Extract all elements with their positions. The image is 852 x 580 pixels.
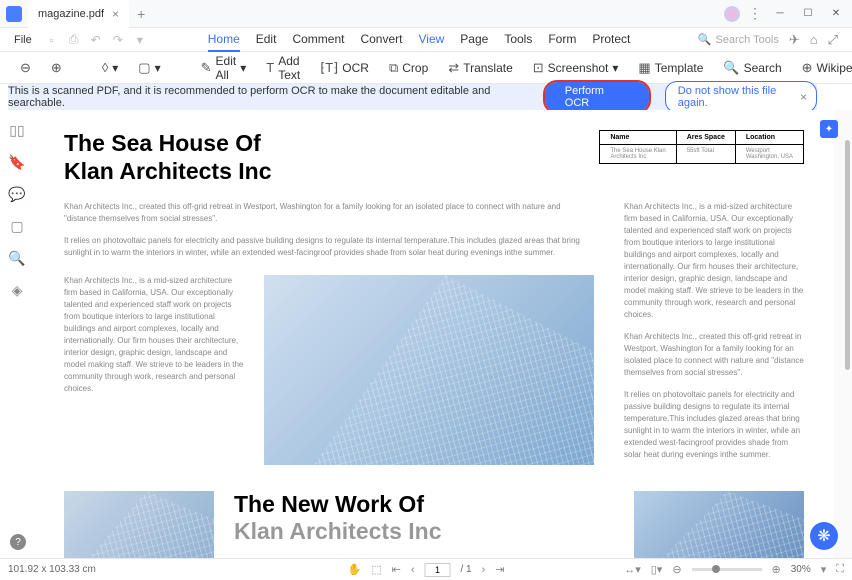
page-layout-icon[interactable]: ▯▾: [651, 563, 663, 576]
expand-icon[interactable]: ⤢: [828, 32, 838, 48]
doc-title-line2: Klan Architects Inc: [64, 158, 271, 186]
ocr-button[interactable]: ⁅T⁆OCR: [320, 60, 369, 76]
statusbar: 101.92 x 103.33 cm ✋ ⬚ ⇤ ‹ / 1 › ⇥ ↔▾ ▯▾…: [0, 558, 852, 580]
fullscreen-icon[interactable]: ⛶: [836, 563, 844, 576]
page-total: / 1: [460, 564, 471, 575]
new-tab-button[interactable]: +: [129, 6, 153, 22]
tab-protect[interactable]: Protect: [592, 28, 630, 52]
doc-title2-line1: The New Work Of: [234, 491, 614, 518]
tab-view[interactable]: View: [418, 28, 444, 52]
tab-form[interactable]: Form: [548, 28, 576, 52]
attachments-icon[interactable]: ▢: [9, 218, 25, 234]
tab-comment[interactable]: Comment: [292, 28, 344, 52]
layers-icon[interactable]: ◈: [9, 282, 25, 298]
zoom-slider[interactable]: [692, 568, 762, 571]
scrollbar-thumb[interactable]: [845, 140, 850, 370]
app-icon: [0, 0, 28, 28]
shape-tool[interactable]: ▢▾: [138, 60, 160, 76]
pdf-page: ✦ The Sea House Of Klan Architects Inc N…: [34, 110, 834, 558]
banner-message: This is a scanned PDF, and it is recomme…: [8, 85, 529, 109]
file-menu[interactable]: File: [6, 34, 40, 46]
tab-edit[interactable]: Edit: [256, 28, 277, 52]
zoom-level: 30%: [791, 564, 811, 575]
paragraph-1: Khan Architects Inc., created this off-g…: [64, 201, 594, 225]
right-col-p1: Khan Architects Inc., is a mid-sized arc…: [624, 201, 804, 321]
tab-page[interactable]: Page: [460, 28, 488, 52]
toolbar: ⊖ ⊕ ◊▾ ▢▾ ✎Edit All▾ TAdd Text ⁅T⁆OCR ⧉C…: [0, 52, 852, 84]
doc-title-line1: The Sea House Of: [64, 130, 271, 158]
print-icon[interactable]: ⎙: [66, 32, 82, 48]
crop-button[interactable]: ⧉Crop: [389, 60, 428, 76]
tab-home[interactable]: Home: [208, 28, 240, 52]
save-icon[interactable]: ▫: [44, 32, 60, 48]
building-image-2: [64, 491, 214, 558]
next-page-icon[interactable]: ›: [482, 564, 486, 576]
building-image-3: [634, 491, 804, 558]
zoom-dropdown-icon[interactable]: ▾: [821, 563, 827, 576]
close-tab-icon[interactable]: ×: [112, 7, 119, 21]
wikipedia-button[interactable]: ⊕Wikipedia: [802, 60, 852, 76]
document-tab[interactable]: magazine.pdf ×: [28, 0, 129, 28]
zoom-out-button[interactable]: ⊖: [20, 60, 31, 76]
comments-icon[interactable]: 💬: [9, 186, 25, 202]
bookmarks-icon[interactable]: 🔖: [9, 154, 25, 170]
building-image: [264, 275, 594, 465]
hand-tool-icon[interactable]: ✋: [347, 563, 361, 576]
close-window-button[interactable]: ✕: [826, 4, 846, 24]
fab-button[interactable]: ❋: [810, 522, 838, 550]
page-badge-icon[interactable]: ✦: [820, 120, 838, 138]
thumbnails-icon[interactable]: ▯▯: [9, 122, 25, 138]
ocr-banner: This is a scanned PDF, and it is recomme…: [8, 84, 817, 110]
search-icon: 🔍: [698, 33, 712, 46]
translate-button[interactable]: ⇄Translate: [448, 60, 512, 76]
titlebar: magazine.pdf × + ⋮ ─ ☐ ✕: [0, 0, 852, 28]
paragraph-2: It relies on photovoltaic panels for ele…: [64, 235, 594, 259]
fit-width-icon[interactable]: ↔▾: [624, 563, 641, 576]
home-icon[interactable]: ⌂: [810, 32, 818, 47]
close-banner-icon[interactable]: ×: [800, 90, 807, 104]
scrollbar-track[interactable]: [842, 110, 852, 558]
send-icon[interactable]: ✈: [789, 32, 800, 48]
help-button[interactable]: ?: [10, 534, 26, 550]
column-left-text: Khan Architects Inc., is a mid-sized arc…: [64, 275, 244, 465]
right-col-p3: It relies on photovoltaic panels for ele…: [624, 389, 804, 461]
user-avatar-icon[interactable]: [724, 6, 740, 22]
last-page-icon[interactable]: ⇥: [495, 563, 504, 576]
zoom-in-button[interactable]: ⊕: [51, 60, 62, 76]
more-menu-icon[interactable]: ⋮: [748, 5, 762, 22]
search-tools[interactable]: 🔍 Search Tools: [698, 33, 779, 46]
document-viewport[interactable]: ✦ The Sea House Of Klan Architects Inc N…: [34, 110, 842, 558]
dimensions-label: 101.92 x 103.33 cm: [8, 564, 96, 575]
doc-title2-line2: Klan Architects Inc: [234, 518, 614, 545]
page-number-input[interactable]: [424, 563, 450, 577]
perform-ocr-button[interactable]: Perform OCR: [545, 82, 649, 112]
dropdown-icon[interactable]: ▾: [132, 32, 148, 48]
highlight-tool[interactable]: ◊▾: [102, 60, 118, 75]
dismiss-banner-button[interactable]: Do not show this file again.: [665, 81, 817, 113]
select-tool-icon[interactable]: ⬚: [371, 563, 381, 576]
redo-icon[interactable]: ↷: [110, 32, 126, 48]
prev-page-icon[interactable]: ‹: [411, 564, 415, 576]
zoom-out-icon[interactable]: ⊖: [672, 563, 681, 576]
info-table: Name Ares Space Location The Sea House K…: [599, 130, 804, 164]
left-sidebar: ▯▯ 🔖 💬 ▢ 🔍 ◈: [0, 110, 34, 558]
template-button[interactable]: ▦Template: [638, 60, 703, 76]
zoom-in-icon[interactable]: ⊕: [772, 563, 781, 576]
tab-tools[interactable]: Tools: [504, 28, 532, 52]
screenshot-button[interactable]: ⊡Screenshot▾: [533, 60, 619, 76]
find-icon[interactable]: 🔍: [9, 250, 25, 266]
edit-all-button[interactable]: ✎Edit All▾: [201, 54, 247, 82]
menubar: File ▫ ⎙ ↶ ↷ ▾ Home Edit Comment Convert…: [0, 28, 852, 52]
search-button[interactable]: 🔍Search: [723, 60, 781, 76]
maximize-button[interactable]: ☐: [798, 4, 818, 24]
minimize-button[interactable]: ─: [770, 4, 790, 24]
first-page-icon[interactable]: ⇤: [392, 563, 401, 576]
tab-filename: magazine.pdf: [38, 8, 104, 20]
add-text-button[interactable]: TAdd Text: [266, 54, 300, 82]
right-col-p2: Khan Architects Inc., created this off-g…: [624, 331, 804, 379]
tab-convert[interactable]: Convert: [360, 28, 402, 52]
undo-icon[interactable]: ↶: [88, 32, 104, 48]
